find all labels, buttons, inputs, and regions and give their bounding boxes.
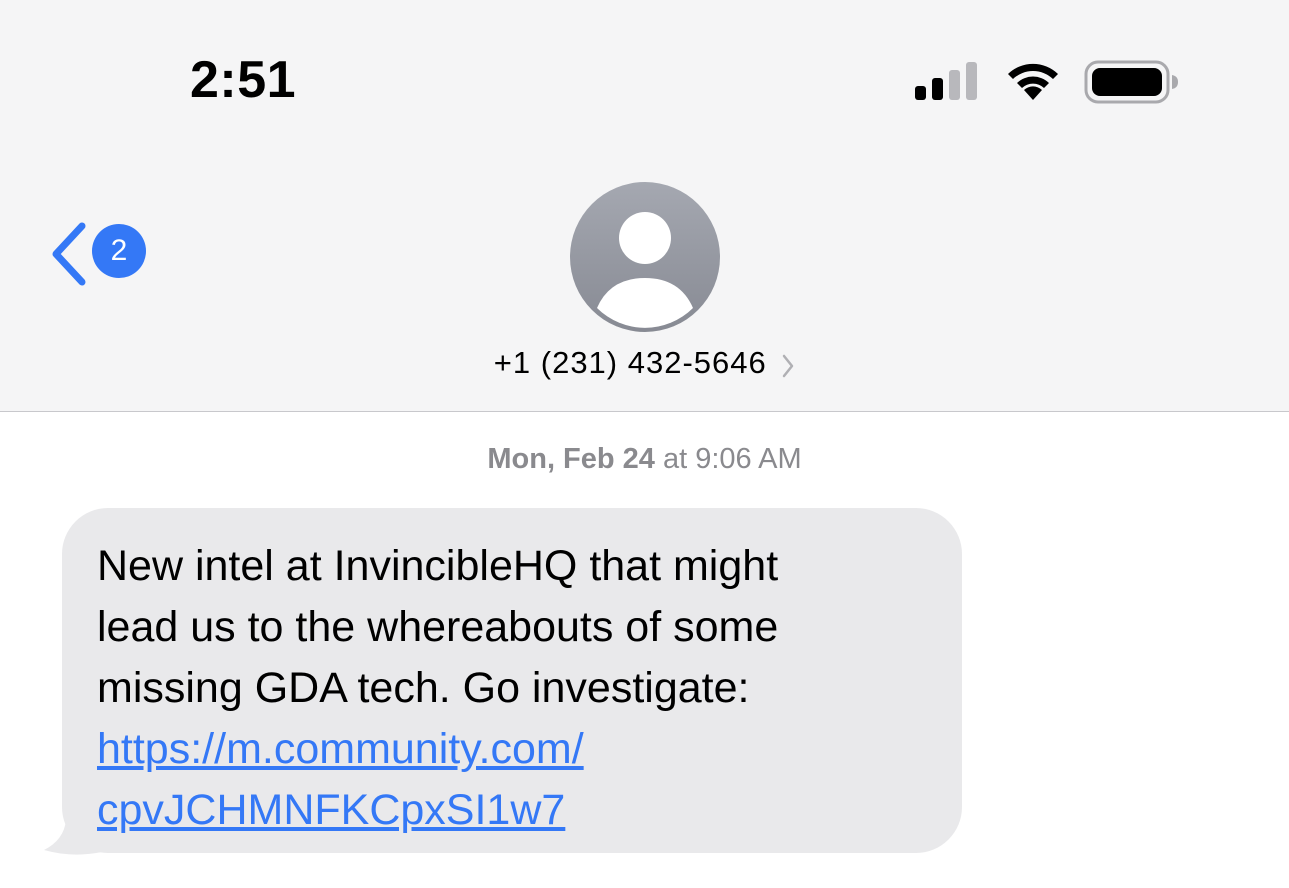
status-time: 2:51: [190, 51, 297, 109]
message-link[interactable]: https://m.community.com/ cpvJCHMNFKCpxSI…: [97, 719, 926, 841]
conversation-header: 2:51 2 +1 (231) 432-5646: [0, 0, 1289, 412]
contact-name-button[interactable]: +1 (231) 432-5646: [0, 345, 1289, 384]
chevron-left-icon: [48, 222, 88, 291]
chevron-right-icon: [781, 353, 795, 384]
back-button[interactable]: 2: [44, 218, 154, 288]
wifi-icon: [1003, 60, 1063, 107]
timestamp-day: Mon, Feb 24: [487, 443, 655, 475]
cellular-signal-icon: [915, 62, 981, 107]
message-timestamp: Mon, Feb 24 at 9:06 AM: [0, 443, 1289, 476]
message-text: New intel at InvincibleHQ that might lea…: [97, 542, 779, 712]
timestamp-time: at 9:06 AM: [654, 443, 802, 475]
person-icon: [597, 212, 693, 328]
contact-avatar[interactable]: [570, 182, 720, 332]
contact-number: +1 (231) 432-5646: [493, 345, 767, 380]
incoming-message-bubble[interactable]: New intel at InvincibleHQ that might lea…: [62, 508, 962, 853]
battery-icon: [1084, 60, 1180, 109]
unread-count-badge: 2: [92, 224, 146, 278]
